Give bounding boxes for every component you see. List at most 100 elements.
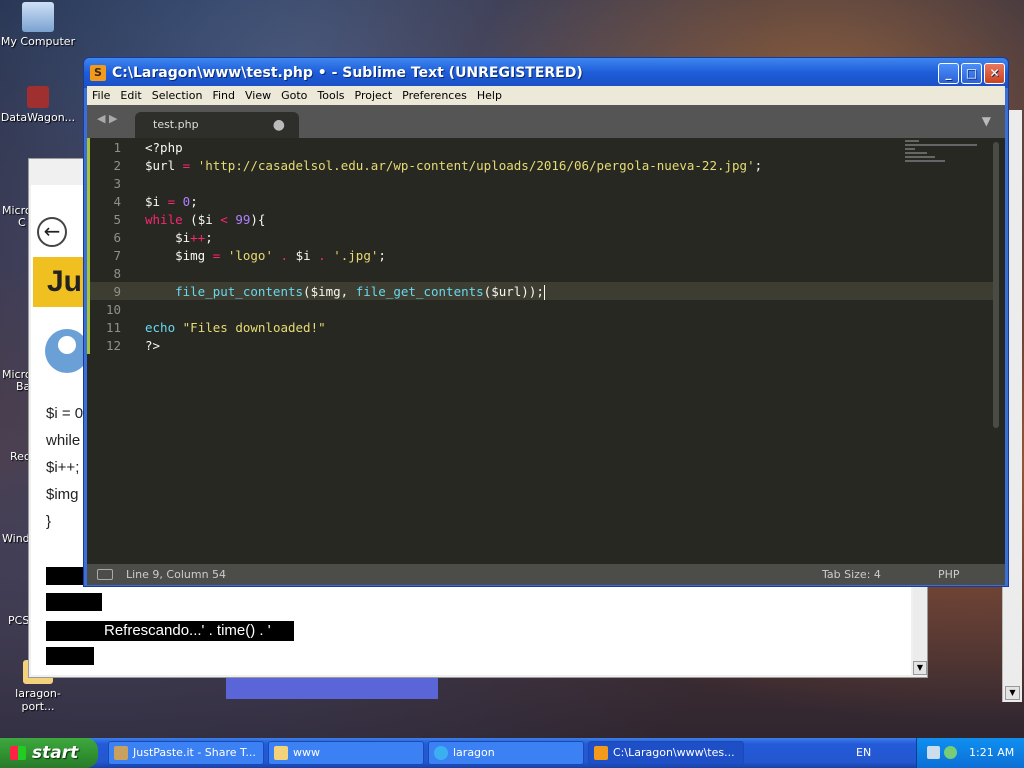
code-token: 'logo' xyxy=(227,248,273,263)
paste-code-line: } xyxy=(46,513,52,530)
menu-edit[interactable]: Edit xyxy=(115,86,146,105)
menu-goto[interactable]: Goto xyxy=(276,86,312,105)
laragon-icon xyxy=(434,746,448,760)
syntax-indicator[interactable]: PHP xyxy=(938,564,960,585)
taskbar: start JustPaste.it - Share T... www lara… xyxy=(0,738,1024,768)
code-token: = xyxy=(212,248,221,263)
line-number: 12 xyxy=(105,338,121,353)
line-number: 6 xyxy=(113,230,121,245)
line-number: 10 xyxy=(105,302,121,317)
windows-flag-icon xyxy=(10,746,26,760)
partial-desktop-label: PCS xyxy=(8,614,30,627)
tab-size-indicator[interactable]: Tab Size: 4 xyxy=(822,564,881,585)
editor-scrollbar[interactable] xyxy=(993,142,999,428)
menu-tools[interactable]: Tools xyxy=(312,86,349,105)
desktop-icon-label: DataWagon... xyxy=(0,111,76,124)
menu-file[interactable]: File xyxy=(87,86,115,105)
code-token: <?php xyxy=(145,140,183,155)
code-editor[interactable]: 1 2 3 4 5 6 7 8 9 10 11 12 <?php $url = … xyxy=(87,138,1005,564)
code-token: $i xyxy=(295,248,311,263)
task-www[interactable]: www xyxy=(268,741,424,765)
code-token: file_get_contents xyxy=(355,284,484,299)
desktop-icon-my-computer[interactable]: My Computer xyxy=(0,2,76,48)
maximize-button[interactable]: □ xyxy=(961,63,982,84)
network-icon[interactable] xyxy=(927,746,940,759)
back-arrow-icon[interactable]: ← xyxy=(37,217,67,247)
code-line-11: echo "Files downloaded!" xyxy=(145,320,326,335)
datawagon-icon xyxy=(27,86,49,108)
minimap[interactable] xyxy=(905,140,985,180)
tab-dropdown-icon[interactable]: ▼ xyxy=(982,114,991,128)
title-bar[interactable]: S C:\Laragon\www\test.php • - Sublime Te… xyxy=(84,58,1008,88)
start-button[interactable]: start xyxy=(0,738,98,768)
modified-dot-icon[interactable]: ● xyxy=(273,112,285,138)
menu-project[interactable]: Project xyxy=(350,86,398,105)
start-label: start xyxy=(32,743,79,763)
refresh-text: Refrescando...' . time() . ' xyxy=(46,621,294,641)
redacted-block xyxy=(46,593,102,611)
folder-icon xyxy=(274,746,288,760)
line-number: 1 xyxy=(113,140,121,155)
line-number: 5 xyxy=(113,212,121,227)
minimize-button[interactable]: _ xyxy=(938,63,959,84)
close-button[interactable]: ✕ xyxy=(984,63,1005,84)
paste-code-line: while xyxy=(46,432,81,449)
code-token: ; xyxy=(205,230,213,245)
code-token: 'http://casadelsol.edu.ar/wp-content/upl… xyxy=(197,158,755,173)
code-token: ($img, xyxy=(303,284,356,299)
desktop-icon-datawagon[interactable]: DataWagon... xyxy=(0,86,76,124)
task-label: C:\Laragon\www\tes... xyxy=(613,746,735,759)
code-token: = xyxy=(182,158,191,173)
scroll-down-icon[interactable]: ▼ xyxy=(913,661,927,675)
tab-nav-arrows-icon[interactable]: ◀ ▶ xyxy=(97,112,117,125)
menu-preferences[interactable]: Preferences xyxy=(397,86,472,105)
line-number: 4 xyxy=(113,194,121,209)
task-sublime[interactable]: C:\Laragon\www\tes... xyxy=(588,741,744,765)
code-token: = xyxy=(167,194,176,209)
code-line-6: $i++; xyxy=(145,230,213,245)
clock[interactable]: 1:21 AM xyxy=(969,738,1014,768)
code-token: $i xyxy=(145,194,161,209)
task-laragon[interactable]: laragon xyxy=(428,741,584,765)
cursor-position: Line 9, Column 54 xyxy=(126,568,227,581)
code-token: ; xyxy=(754,158,763,173)
sublime-window: S C:\Laragon\www\test.php • - Sublime Te… xyxy=(83,57,1009,587)
line-number: 7 xyxy=(113,248,121,263)
language-indicator[interactable]: EN xyxy=(856,738,871,768)
browser-icon xyxy=(114,746,128,760)
code-token: ($url)); xyxy=(483,284,544,299)
line-number: 9 xyxy=(113,284,121,299)
code-token: echo xyxy=(145,320,176,335)
code-token: '.jpg' xyxy=(333,248,379,263)
code-token: . xyxy=(318,248,326,263)
code-token: ){ xyxy=(250,212,266,227)
line-gutter: 1 2 3 4 5 6 7 8 9 10 11 12 xyxy=(87,138,135,564)
panel-toggle-icon[interactable] xyxy=(97,569,113,580)
line-number: 2 xyxy=(113,158,121,173)
partial-desktop-label: Rec xyxy=(10,450,30,463)
code-token: "Files downloaded!" xyxy=(182,320,326,335)
code-line-7: $img = 'logo' . $i . '.jpg'; xyxy=(145,248,386,263)
tray-app-icon[interactable] xyxy=(944,746,957,759)
code-token: $i xyxy=(145,230,191,245)
code-line-5: while ($i < 99){ xyxy=(145,212,265,227)
code-token: ?> xyxy=(145,338,161,353)
menu-find[interactable]: Find xyxy=(207,86,240,105)
sublime-app-icon xyxy=(594,746,608,760)
paste-code-line: $i++; xyxy=(46,459,80,476)
paste-code-line: $img xyxy=(46,486,79,503)
desktop-icon-label: My Computer xyxy=(0,35,76,48)
tab-label: test.php xyxy=(153,118,199,131)
code-token: file_put_contents xyxy=(145,284,304,299)
task-justpaste[interactable]: JustPaste.it - Share T... xyxy=(108,741,264,765)
tab-test-php[interactable]: test.php ● xyxy=(135,112,299,138)
menu-view[interactable]: View xyxy=(240,86,276,105)
sublime-app-icon: S xyxy=(90,65,106,81)
scroll-down-icon[interactable]: ▼ xyxy=(1005,686,1020,700)
tab-bar: ◀ ▶ test.php ● ▼ xyxy=(87,105,1005,138)
code-token: ++ xyxy=(190,230,206,245)
task-label: www xyxy=(293,746,320,759)
menu-selection[interactable]: Selection xyxy=(147,86,208,105)
menu-help[interactable]: Help xyxy=(472,86,507,105)
code-token: ($i xyxy=(182,212,221,227)
